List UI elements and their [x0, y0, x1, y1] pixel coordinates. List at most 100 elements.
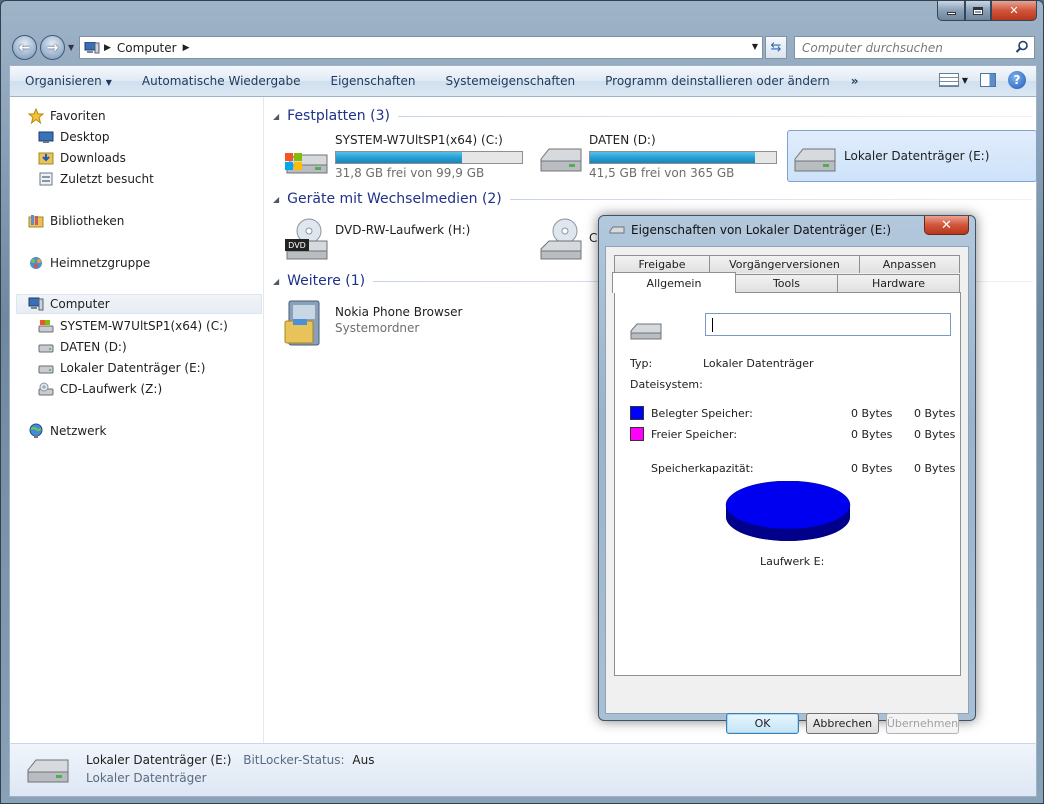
group-header-hard-drives[interactable]: ◢ Festplatten (3) — [273, 105, 1033, 127]
breadcrumb-arrow-icon[interactable]: ▶ — [104, 43, 111, 53]
autoplay-button[interactable]: Automatische Wiedergabe — [127, 74, 316, 88]
dialog-title: Eigenschaften von Lokaler Datenträger (E… — [609, 223, 891, 237]
drive-usage-bar — [335, 151, 523, 164]
sidebar-item-computer[interactable]: Computer — [16, 294, 262, 314]
nokia-phone-browser-tile[interactable]: Nokia Phone Browser Systemordner — [283, 299, 531, 349]
free-space-swatch — [630, 427, 644, 441]
sidebar-item-desktop[interactable]: Desktop — [38, 127, 110, 147]
drive-usage-fill — [336, 152, 463, 163]
breadcrumb-computer[interactable]: Computer — [117, 41, 177, 55]
uninstall-program-button[interactable]: Programm deinstallieren oder ändern — [590, 74, 845, 88]
drive-label-input[interactable] — [705, 313, 951, 336]
system-properties-button[interactable]: Systemeigenschaften — [431, 74, 591, 88]
group-separator — [397, 115, 1033, 117]
hard-drive-icon — [630, 323, 662, 340]
collapse-triangle-icon[interactable]: ◢ — [273, 277, 279, 286]
properties-dialog: Eigenschaften von Lokaler Datenträger (E… — [598, 215, 976, 734]
sidebar-item-downloads[interactable]: Downloads — [38, 148, 126, 168]
tab-vorgaengerversionen[interactable]: Vorgängerversionen — [709, 255, 860, 273]
cd-drive-icon — [540, 218, 582, 260]
drive-usage-fill — [590, 152, 755, 163]
cancel-button[interactable]: Abbrechen — [806, 713, 879, 734]
forward-button[interactable]: → — [40, 35, 65, 60]
drive-tile-e[interactable]: Lokaler Datenträger (E:) — [787, 130, 1037, 182]
breadcrumb-arrow-icon[interactable]: ▶ — [183, 43, 190, 53]
drive-tile-h[interactable]: DVD DVD-RW-Laufwerk (H:) — [283, 217, 531, 267]
sidebar-item-recent[interactable]: Zuletzt besucht — [38, 169, 154, 189]
address-bar[interactable]: ▶ Computer ▶ ▼ — [79, 36, 763, 59]
dvd-drive-icon: DVD — [285, 218, 328, 260]
maximize-icon — [973, 6, 983, 15]
collapse-triangle-icon[interactable]: ◢ — [273, 112, 279, 121]
hard-drive-icon — [38, 344, 54, 353]
help-icon[interactable]: ? — [1008, 71, 1026, 89]
windows-drive-icon — [285, 153, 328, 174]
details-pane: Lokaler Datenträger (E:) BitLocker-Statu… — [9, 743, 1037, 797]
organize-button[interactable]: Organisieren ▼ — [10, 74, 127, 88]
group-separator — [509, 198, 1033, 200]
arrow-left-icon: ← — [18, 39, 31, 56]
desktop-icon — [38, 131, 54, 143]
sidebar-item-drive-z[interactable]: CD-Laufwerk (Z:) — [38, 379, 162, 399]
command-bar: Organisieren ▼ Automatische Wiedergabe Ei… — [9, 65, 1037, 97]
arrow-right-icon: → — [46, 39, 59, 56]
type-value: Lokaler Datenträger — [703, 357, 814, 370]
explorer-window: ✕ ← → ▼ ▶ Computer ▶ ▼ ⇆ Computer durchs… — [0, 0, 1044, 804]
free-space-label: Freier Speicher: — [651, 428, 738, 441]
chevron-down-icon: ▼ — [105, 78, 112, 87]
refresh-button[interactable]: ⇆ — [765, 36, 787, 59]
dialog-close-button[interactable]: ✕ — [924, 216, 969, 235]
search-icon[interactable] — [1015, 40, 1029, 54]
address-dropdown-icon[interactable]: ▼ — [752, 42, 758, 51]
apply-button[interactable]: Übernehmen — [886, 713, 959, 734]
minimize-button[interactable] — [937, 1, 965, 21]
tab-tools[interactable]: Tools — [735, 274, 838, 292]
tab-hardware[interactable]: Hardware — [837, 274, 960, 292]
text-caret — [712, 318, 713, 332]
tab-freigabe[interactable]: Freigabe — [614, 255, 710, 273]
window-caption-buttons: ✕ — [937, 1, 1037, 21]
drive-name: DATEN (D:) — [589, 133, 656, 147]
sidebar-item-libraries[interactable]: Bibliotheken — [28, 211, 124, 231]
bitlocker-value: Aus — [352, 753, 375, 767]
drive-tile-cd[interactable]: C — [537, 217, 597, 267]
collapse-triangle-icon[interactable]: ◢ — [273, 195, 279, 204]
drive-name: C — [589, 231, 598, 245]
sidebar-item-homegroup[interactable]: Heimnetzgruppe — [28, 253, 150, 273]
group-header-removable[interactable]: ◢ Geräte mit Wechselmedien (2) — [273, 188, 1033, 210]
free-space-bytes: 0 Bytes — [851, 428, 893, 441]
close-button[interactable]: ✕ — [991, 1, 1037, 21]
drive-tile-c[interactable]: SYSTEM-W7UltSP1(x64) (C:) 31,8 GB frei v… — [283, 133, 531, 183]
tab-allgemein[interactable]: Allgemein — [612, 272, 736, 293]
sidebar-item-drive-e[interactable]: Lokaler Datenträger (E:) — [38, 358, 205, 378]
search-input[interactable]: Computer durchsuchen — [794, 36, 1035, 59]
item-type: Systemordner — [335, 321, 420, 335]
drive-letter-label: Laufwerk E: — [760, 555, 825, 568]
drive-free-space: 31,8 GB frei von 99,9 GB — [335, 166, 485, 180]
properties-button[interactable]: Eigenschaften — [315, 74, 430, 88]
capacity-bytes: 0 Bytes — [851, 462, 893, 475]
recent-pages-dropdown[interactable]: ▼ — [68, 43, 74, 52]
dialog-body: Freigabe Vorgängerversionen Anpassen All… — [605, 246, 969, 734]
more-commands-button[interactable]: » — [845, 74, 865, 88]
back-button[interactable]: ← — [12, 35, 37, 60]
usage-pie-chart — [725, 481, 851, 541]
windows-drive-icon — [38, 320, 54, 333]
sidebar-item-favorites[interactable]: Favoriten — [28, 106, 106, 126]
chevron-down-icon: ▼ — [961, 75, 968, 85]
maximize-button[interactable] — [965, 1, 991, 21]
sidebar-item-network[interactable]: Netzwerk — [28, 421, 106, 441]
change-view-button[interactable]: ▼ — [938, 73, 968, 87]
downloads-folder-icon — [38, 152, 54, 165]
preview-pane-button[interactable] — [980, 73, 996, 87]
details-title: Lokaler Datenträger (E:) BitLocker-Statu… — [86, 753, 375, 767]
sidebar-item-drive-c[interactable]: SYSTEM-W7UltSP1(x64) (C:) — [38, 316, 228, 336]
star-icon — [28, 108, 44, 124]
recent-places-icon — [39, 172, 53, 186]
drive-usage-bar — [589, 151, 777, 164]
tab-anpassen[interactable]: Anpassen — [859, 255, 960, 273]
sidebar-item-drive-d[interactable]: DATEN (D:) — [38, 337, 127, 357]
ok-button[interactable]: OK — [726, 713, 799, 734]
bitlocker-label: BitLocker-Status: — [243, 753, 345, 767]
drive-tile-d[interactable]: DATEN (D:) 41,5 GB frei von 365 GB — [537, 133, 785, 183]
